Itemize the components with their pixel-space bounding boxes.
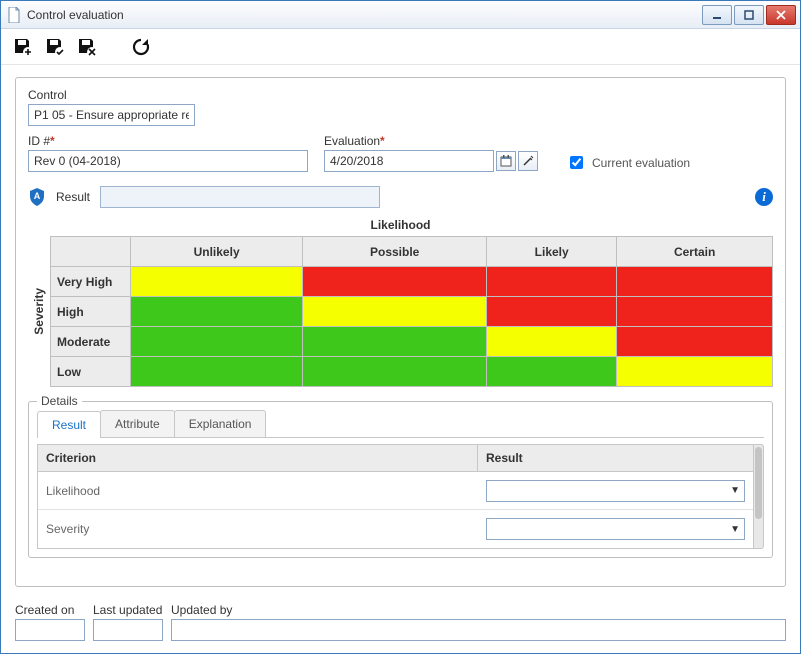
tab-attribute[interactable]: Attribute [100,410,175,437]
updated-by-field: Updated by [171,603,786,641]
criteria-row: Likelihood ▼ [38,472,753,510]
updated-by-label: Updated by [171,603,786,617]
evaluation-field: Evaluation* [324,134,538,172]
tab-explanation[interactable]: Explanation [174,410,267,437]
matrix-cell[interactable] [487,267,617,297]
app-window: Control evaluation Control [0,0,801,654]
evaluation-input[interactable] [324,150,494,172]
evaluation-label: Evaluation* [324,134,538,148]
row-header: Very High [51,267,131,297]
result-row: A Result i [28,186,773,208]
created-on-field: Created on [15,603,85,641]
likelihood-axis-label: Likelihood [28,218,773,236]
close-button[interactable] [766,5,796,25]
titlebar: Control evaluation [1,1,800,29]
window-title: Control evaluation [27,8,700,22]
content-area: Control ID #* Evaluation* [1,65,800,597]
matrix-cell[interactable] [617,267,773,297]
row-header: Low [51,357,131,387]
criterion-cell: Likelihood [38,484,478,498]
col-header: Likely [487,237,617,267]
matrix-cell[interactable] [303,357,487,387]
updated-by-input[interactable] [171,619,786,641]
row-id-eval: ID #* Evaluation* [28,134,773,172]
current-evaluation-check[interactable]: Current evaluation [566,153,690,172]
result-cell: ▼ [478,480,753,502]
last-updated-label: Last updated [93,603,163,617]
matrix-cell[interactable] [617,327,773,357]
current-evaluation-checkbox[interactable] [570,156,583,169]
criterion-col-header: Criterion [38,445,478,471]
matrix-cell[interactable] [303,297,487,327]
criteria-table: Criterion Result Likelihood ▼ Severity ▼ [37,444,754,549]
col-header: Certain [617,237,773,267]
save-delete-button[interactable] [75,36,99,58]
id-label: ID #* [28,134,308,148]
footer: Created on Last updated Updated by [1,597,800,653]
result-dropdown[interactable]: ▼ [486,480,745,502]
created-on-input[interactable] [15,619,85,641]
save-new-button[interactable] [11,36,35,58]
document-icon [7,7,21,23]
created-on-label: Created on [15,603,85,617]
calendar-button[interactable] [496,151,516,171]
criterion-cell: Severity [38,522,478,536]
svg-text:A: A [34,191,41,201]
tab-result[interactable]: Result [37,411,101,438]
maximize-button[interactable] [734,5,764,25]
window-buttons [700,5,796,25]
matrix-cell[interactable] [617,297,773,327]
wand-button[interactable] [518,151,538,171]
risk-matrix-table: Unlikely Possible Likely Certain Very Hi… [50,236,773,387]
shield-icon: A [28,187,46,207]
col-header: Possible [303,237,487,267]
matrix-cell[interactable] [131,297,303,327]
main-panel: Control ID #* Evaluation* [15,77,786,587]
scrollbar[interactable] [754,444,764,549]
col-header: Unlikely [131,237,303,267]
id-field: ID #* [28,134,308,172]
save-button[interactable] [43,36,67,58]
minimize-button[interactable] [702,5,732,25]
chevron-down-icon: ▼ [730,485,740,496]
severity-axis-label: Severity [28,288,50,335]
result-cell: ▼ [478,518,753,540]
result-display [100,186,380,208]
scrollbar-thumb[interactable] [755,447,762,519]
last-updated-field: Last updated [93,603,163,641]
matrix-cell[interactable] [487,357,617,387]
refresh-button[interactable] [129,36,153,58]
matrix-cell[interactable] [303,327,487,357]
matrix-cell[interactable] [131,327,303,357]
matrix-cell[interactable] [487,327,617,357]
matrix-cell[interactable] [131,357,303,387]
control-label: Control [28,88,773,102]
result-label: Result [56,190,90,204]
control-field: Control [28,88,773,126]
criteria-panel: Criterion Result Likelihood ▼ Severity ▼ [37,444,764,549]
matrix-cell[interactable] [487,297,617,327]
chevron-down-icon: ▼ [730,524,740,535]
matrix-cell[interactable] [617,357,773,387]
matrix-corner [51,237,131,267]
details-tabs: Result Attribute Explanation [37,410,764,438]
row-header: High [51,297,131,327]
criteria-header: Criterion Result [38,445,753,472]
last-updated-input[interactable] [93,619,163,641]
details-panel: Details Result Attribute Explanation Cri… [28,401,773,558]
risk-matrix: Likelihood Severity Unlikely Possible Li… [28,218,773,387]
details-legend: Details [37,394,82,408]
criteria-row: Severity ▼ [38,510,753,548]
control-input[interactable] [28,104,195,126]
toolbar [1,29,800,65]
id-input[interactable] [28,150,308,172]
matrix-cell[interactable] [303,267,487,297]
result-dropdown[interactable]: ▼ [486,518,745,540]
matrix-cell[interactable] [131,267,303,297]
row-header: Moderate [51,327,131,357]
info-icon[interactable]: i [755,188,773,206]
current-evaluation-label: Current evaluation [592,156,690,170]
result-col-header: Result [478,445,753,471]
